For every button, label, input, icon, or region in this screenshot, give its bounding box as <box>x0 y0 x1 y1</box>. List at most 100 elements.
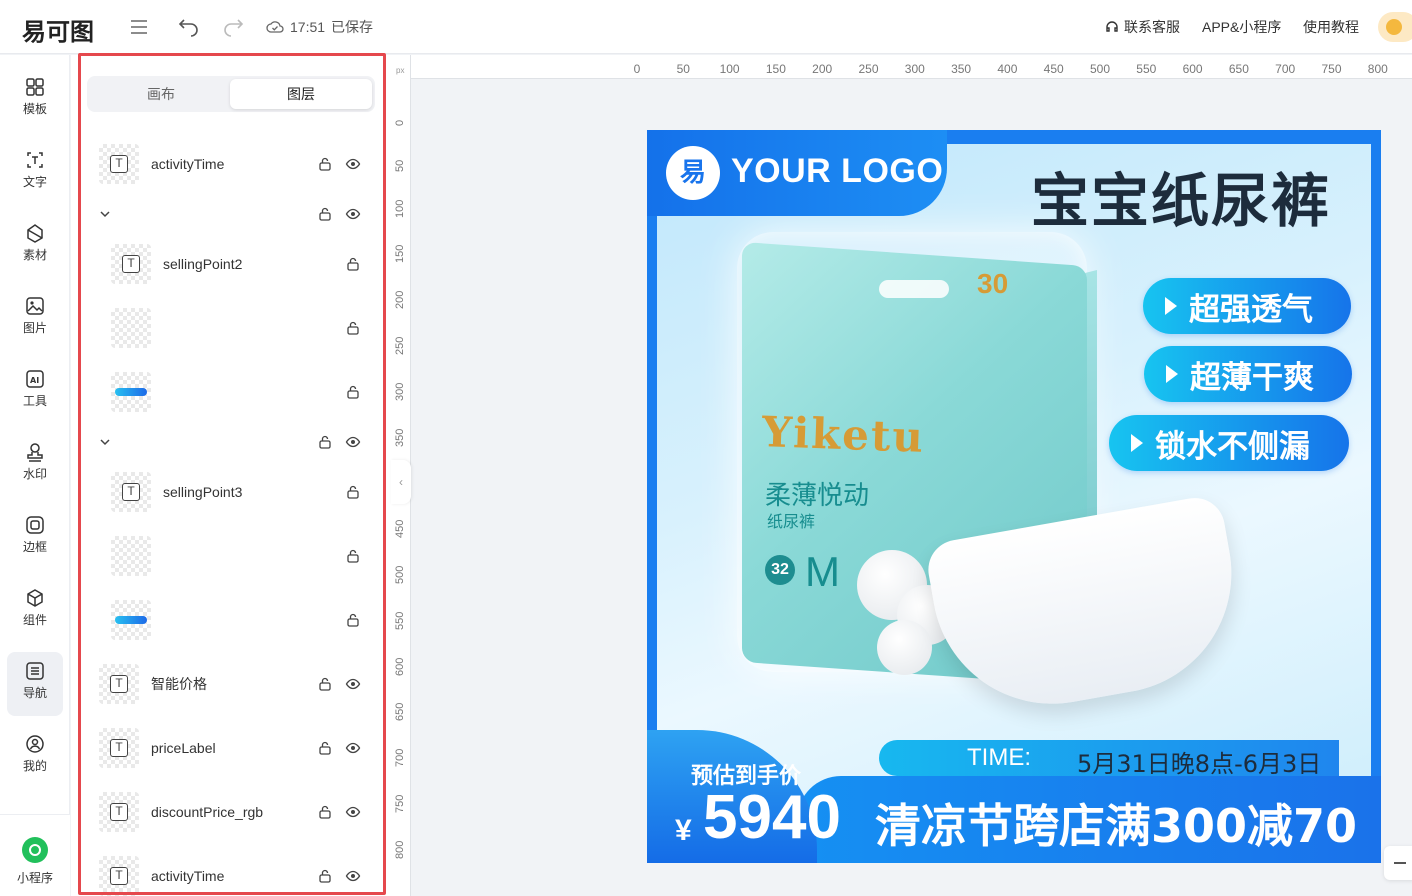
ruler-tick-label: 300 <box>904 62 925 76</box>
user-icon <box>26 735 44 753</box>
discount-price[interactable]: 5940 <box>703 782 841 853</box>
unlock-icon[interactable] <box>345 256 361 272</box>
ruler-tick-label: 650 <box>394 703 406 722</box>
selling-point-1[interactable]: 超强透气 <box>1143 278 1351 334</box>
unlock-icon[interactable] <box>317 434 333 450</box>
eye-icon[interactable] <box>345 434 361 450</box>
product-brand: Yiketu <box>761 407 926 462</box>
unlock-icon[interactable] <box>345 320 361 336</box>
logo-text: YOUR LOGO <box>731 152 944 190</box>
layer-row[interactable]: T activityTime <box>99 856 224 896</box>
mini-program-entry[interactable]: 小程序 <box>0 814 70 896</box>
ruler-unit: px <box>396 66 405 75</box>
unlock-icon[interactable] <box>317 206 333 222</box>
ruler-tick-label: 550 <box>394 611 406 630</box>
rail-item-watermark[interactable]: 水印 <box>7 433 63 497</box>
selling-point-2[interactable]: 超薄干爽 <box>1144 346 1352 402</box>
promo-text[interactable]: 清凉节跨店满300减70 <box>875 790 1357 856</box>
unlock-icon[interactable] <box>345 548 361 564</box>
chevron-down-icon[interactable] <box>99 208 111 220</box>
layer-row[interactable] <box>111 372 151 412</box>
eye-icon[interactable] <box>345 804 361 820</box>
redo-icon[interactable] <box>220 14 246 40</box>
rail-item-template[interactable]: 模板 <box>7 68 63 132</box>
unlock-icon[interactable] <box>317 868 333 884</box>
rail-label: 素材 <box>22 248 47 262</box>
layer-name: priceLabel <box>151 740 216 756</box>
undo-icon[interactable] <box>176 14 202 40</box>
layer-thumbnail: T <box>99 856 139 896</box>
eye-icon[interactable] <box>345 206 361 222</box>
tab-canvas[interactable]: 画布 <box>90 79 232 109</box>
selling-point-3[interactable]: 锁水不侧漏 <box>1109 415 1349 471</box>
design-canvas[interactable]: 30 Yiketu 柔薄悦动 纸尿裤 32 M 易 YOUR LOGO 宝宝纸尿… <box>647 130 1381 863</box>
rail-item-material[interactable]: 素材 <box>7 214 63 278</box>
ruler-tick-label: 100 <box>719 62 740 76</box>
rail-item-component[interactable]: 组件 <box>7 579 63 643</box>
rail-label: 图片 <box>22 321 47 335</box>
rail-item-image[interactable]: 图片 <box>7 287 63 351</box>
eye-icon[interactable] <box>345 740 361 756</box>
layer-row[interactable] <box>111 308 151 348</box>
rail-item-nav[interactable]: 导航 <box>7 652 63 716</box>
layer-thumbnail: T <box>111 472 151 512</box>
coin-icon <box>1386 19 1402 35</box>
headline-title[interactable]: 宝宝纸尿裤 <box>1031 154 1331 238</box>
layer-row[interactable]: T priceLabel <box>99 728 216 768</box>
ruler-tick-label: 400 <box>997 62 1018 76</box>
border-icon <box>26 516 44 534</box>
unlock-icon[interactable] <box>317 740 333 756</box>
rail-item-text[interactable]: 文字 <box>7 141 63 205</box>
layer-row[interactable]: T activityTime <box>99 144 224 184</box>
unlock-icon[interactable] <box>345 612 361 628</box>
layer-row[interactable] <box>111 600 151 640</box>
layer-row[interactable]: T sellingPoint2 <box>111 244 242 284</box>
unlock-icon[interactable] <box>317 156 333 172</box>
layer-name: sellingPoint2 <box>163 256 243 272</box>
menu-icon[interactable] <box>126 14 152 40</box>
ruler-tick-label: 0 <box>633 62 641 76</box>
eye-icon[interactable] <box>345 868 361 884</box>
rail-item-ai-tools[interactable]: AI 工具 <box>7 360 63 424</box>
rail-item-my[interactable]: 我的 <box>7 725 63 789</box>
eye-icon[interactable] <box>345 156 361 172</box>
activity-time-label: TIME: <box>967 744 1031 771</box>
rail-label: 导航 <box>22 686 47 700</box>
contact-support-link[interactable]: 联系客服 <box>1104 17 1180 37</box>
nav-icon <box>26 662 44 680</box>
tutorial-link[interactable]: 使用教程 <box>1303 17 1359 37</box>
ruler-tick-label: 500 <box>1089 62 1111 76</box>
unlock-icon[interactable] <box>345 384 361 400</box>
rail-item-border[interactable]: 边框 <box>7 506 63 570</box>
zoom-out-button[interactable] <box>1384 846 1412 880</box>
coin-badge[interactable] <box>1378 12 1412 42</box>
ruler-tick-label: 250 <box>394 336 406 355</box>
layer-name: discountPrice_rgb <box>151 804 264 820</box>
collapse-panel-button[interactable]: ‹ <box>391 460 411 504</box>
layer-row[interactable]: T discountPrice_rgb <box>99 792 263 832</box>
layer-thumbnail <box>111 600 151 640</box>
tab-layers[interactable]: 图层 <box>230 79 372 109</box>
ruler-tick-label: 450 <box>1043 62 1064 76</box>
rail-label: 工具 <box>22 394 47 408</box>
layer-row[interactable]: T sellingPoint3 <box>111 472 242 512</box>
template-icon <box>26 78 44 96</box>
play-icon <box>1166 365 1178 383</box>
unlock-icon[interactable] <box>317 804 333 820</box>
ruler-tick-label: 50 <box>676 62 690 76</box>
logo-block[interactable]: 易 YOUR LOGO <box>647 130 947 216</box>
app-link[interactable]: APP&小程序 <box>1202 17 1281 37</box>
product-category: 纸尿裤 <box>767 514 816 531</box>
app-logo[interactable]: 易可图 <box>22 12 94 47</box>
layer-row[interactable] <box>111 536 151 576</box>
ruler-tick-label: 600 <box>1182 62 1203 76</box>
layer-thumbnail: T <box>111 244 151 284</box>
play-icon <box>1165 297 1177 315</box>
layer-row[interactable]: T 智能价格 <box>99 664 207 704</box>
ruler-tick-label: 800 <box>394 840 406 859</box>
eye-icon[interactable] <box>345 676 361 692</box>
unlock-icon[interactable] <box>345 484 361 500</box>
ruler-tick-label: 100 <box>394 199 406 218</box>
unlock-icon[interactable] <box>317 676 333 692</box>
chevron-down-icon[interactable] <box>99 436 111 448</box>
